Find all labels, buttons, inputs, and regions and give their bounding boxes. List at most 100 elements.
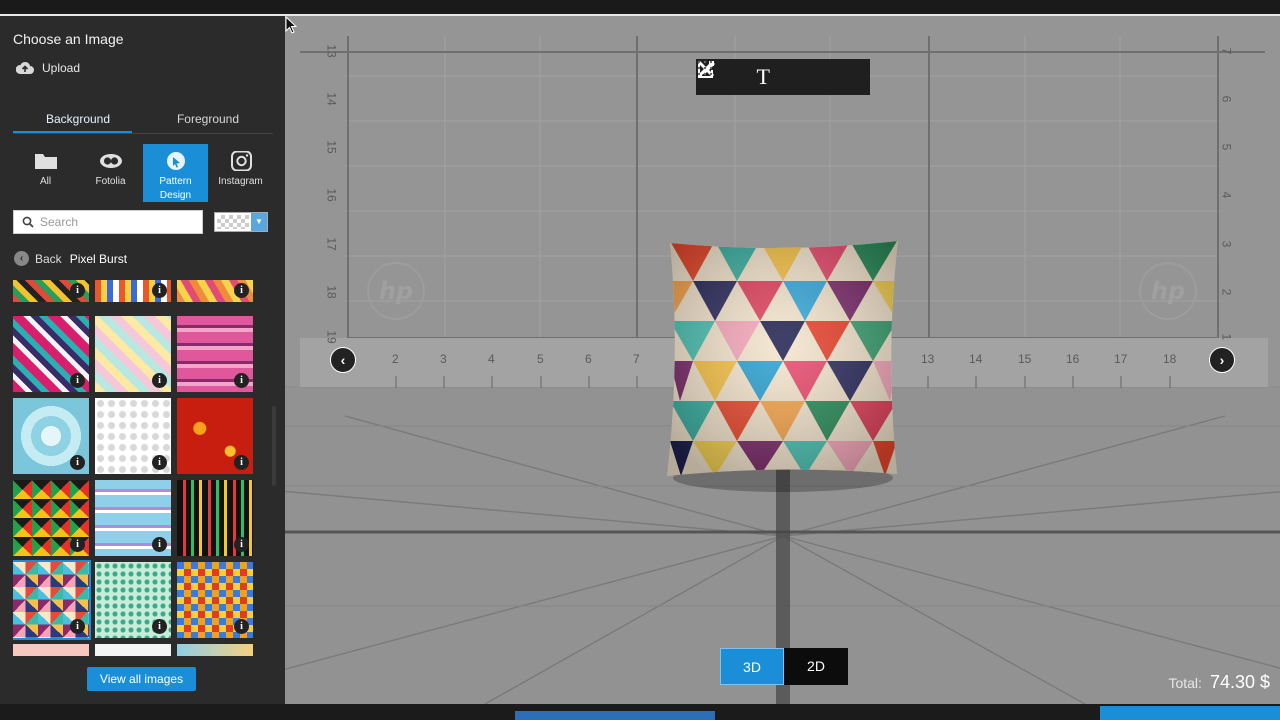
chevron-down-icon: ▼ [251,213,267,231]
info-icon[interactable]: i [152,455,167,470]
back-label: Back [35,251,62,266]
source-label: Pattern Design [159,176,192,201]
price-total: Total: 74.30 $ [1168,672,1270,693]
taskbar-active-item[interactable] [515,711,715,720]
ruler-tick-label: 5 [537,352,544,366]
pattern-thumbnail[interactable]: i [177,316,253,392]
pattern-thumbnail[interactable]: i [95,480,171,556]
back-button[interactable]: ‹ Back [14,251,62,266]
category-title: Pixel Burst [69,251,128,266]
pattern-thumbnail[interactable] [177,644,253,656]
total-label: Total: [1168,675,1202,691]
ruler-tick-label: 2 [1219,288,1234,296]
info-icon[interactable]: i [234,455,249,470]
ruler-tick-label: 13 [324,44,339,58]
info-icon[interactable]: i [70,537,85,552]
pattern-thumbnail[interactable] [13,644,89,656]
pattern-thumbnail[interactable]: i [13,398,89,474]
ruler-tick-label: 13 [921,352,935,366]
ruler-tick-label: 1 [1219,333,1234,341]
ruler-tick-label: 4 [1219,191,1234,199]
source-instagram[interactable]: Instagram [208,144,273,202]
source-pattern-design[interactable]: Pattern Design [143,144,208,202]
info-icon[interactable]: i [234,373,249,388]
mode-3d-button[interactable]: 3D [720,648,784,685]
pattern-thumbnail[interactable]: i [13,316,89,392]
folder-icon [34,154,57,169]
panel-title: Choose an Image [13,31,124,47]
tabs-divider [13,133,273,134]
view-all-images-button[interactable]: View all images [87,667,196,691]
info-icon[interactable]: i [70,283,85,298]
info-icon[interactable]: i [70,373,85,388]
ruler-tick-label: 19 [324,330,339,344]
pattern-thumbnail[interactable]: i [13,280,89,302]
pattern-thumbnail[interactable]: i [177,480,253,556]
ruler-tick-label: 7 [1219,47,1234,55]
mouse-cursor [285,16,297,34]
ruler-tick-label: 18 [1163,352,1177,366]
source-all[interactable]: All [13,144,78,202]
upload-button[interactable]: Upload [16,61,80,75]
ruler-tick-label: 14 [324,92,339,106]
pattern-design-icon [166,152,185,170]
source-label: Instagram [218,176,263,187]
pattern-thumbnail[interactable]: i [95,562,171,638]
info-icon[interactable]: i [234,537,249,552]
pattern-thumbnail[interactable] [95,644,171,656]
ruler-tick-label: 15 [324,140,339,154]
image-chooser-panel: Choose an Image Upload Background Foregr… [0,16,285,704]
taskbar-tray [1100,706,1280,720]
ruler-tick-label: 18 [324,285,339,299]
hp-logo-watermark-left: hp [367,262,425,320]
info-icon[interactable]: i [152,537,167,552]
pattern-thumbnail-grid: i i i i i i i i i i i i i i i [13,280,258,656]
ruler-tick-label: 14 [969,352,983,366]
pattern-thumbnail[interactable]: i [177,398,253,474]
pattern-thumbnail[interactable]: i [95,280,171,302]
pattern-thumbnail[interactable]: i [13,480,89,556]
background-color-select[interactable]: ▼ [214,212,268,232]
info-icon[interactable]: i [234,283,249,298]
info-icon[interactable]: i [70,455,85,470]
pattern-thumbnail[interactable]: i [95,398,171,474]
total-amount: 74.30 $ [1209,672,1270,692]
search-box [13,210,203,234]
ruler-tick-label: 17 [1114,352,1128,366]
edit-image-icon[interactable] [698,62,815,89]
next-view-button[interactable]: › [1209,347,1235,373]
cloud-upload-icon [16,61,34,74]
pattern-thumbnail[interactable]: i [177,562,253,638]
fotolia-icon [99,154,122,168]
upload-label: Upload [42,61,81,75]
edit-toolbar: T [696,59,870,95]
ruler-tick-label: 4 [488,352,495,366]
pattern-thumbnail[interactable]: i [95,316,171,392]
tab-foreground[interactable]: Foreground [143,112,273,134]
pattern-thumbnail[interactable]: i [177,280,253,302]
source-label: Fotolia [95,176,126,187]
mode-2d-button[interactable]: 2D [784,648,848,685]
info-icon[interactable]: i [152,283,167,298]
instagram-icon [230,151,252,171]
pattern-thumbnail-selected[interactable]: i [13,560,91,640]
ruler-tick-label: 6 [1219,95,1234,103]
previous-view-button[interactable]: ‹ [330,347,356,373]
search-icon [22,216,34,228]
info-icon[interactable]: i [234,619,249,634]
search-input[interactable] [40,215,190,229]
design-stage[interactable]: 2 3 4 5 6 7 13 14 15 16 17 18 13 14 15 1… [285,16,1280,704]
text-icon[interactable]: T [751,64,775,89]
info-icon[interactable]: i [152,373,167,388]
grid-scrollbar[interactable] [272,406,276,486]
ruler-tick-label: 5 [1219,143,1234,151]
ruler-tick-label: 3 [440,352,447,366]
info-icon[interactable]: i [70,619,85,634]
source-fotolia[interactable]: Fotolia [78,144,143,202]
hp-logo-watermark-right: hp [1139,262,1197,320]
ruler-bottom-labels: 2 3 4 5 6 7 13 14 15 16 17 18 [285,352,1280,368]
info-icon[interactable]: i [152,619,167,634]
ruler-tick-label: 6 [585,352,592,366]
grid-icon[interactable] [697,60,854,89]
ruler-tick-label: 3 [1219,240,1234,248]
